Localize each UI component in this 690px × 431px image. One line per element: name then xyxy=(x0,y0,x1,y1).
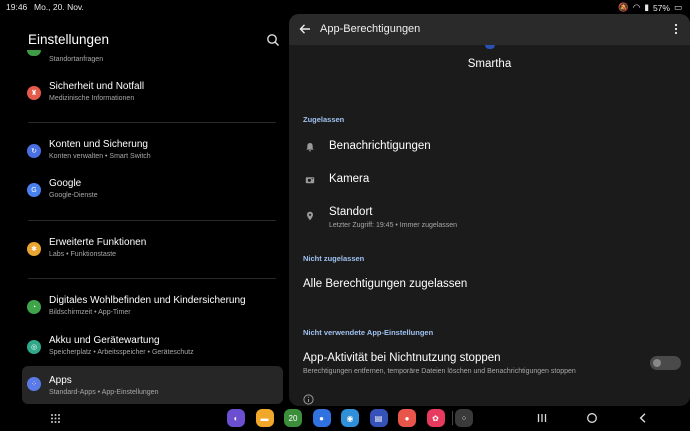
home-icon[interactable] xyxy=(586,412,598,424)
calendar-app-icon: 20 xyxy=(288,413,298,423)
messages-app[interactable]: ● xyxy=(312,409,331,427)
files-app[interactable]: ▬ xyxy=(255,409,274,427)
pause-unused-description: Berechtigungen entfernen, temporäre Date… xyxy=(303,368,576,375)
section-unused-settings: Nicht verwendete App-Einstellungen xyxy=(303,328,434,337)
settings-item-subtitle: Standard-Apps • App-Einstellungen xyxy=(49,389,159,396)
taskbar-separator xyxy=(452,411,453,425)
mute-icon: 🔕 xyxy=(618,2,629,12)
contacts-app[interactable]: ● xyxy=(398,409,416,427)
divider xyxy=(28,122,276,123)
settings-item-subtitle: Bildschirmzeit • App-Timer xyxy=(49,309,131,316)
calendar-app[interactable]: 20 xyxy=(284,409,302,427)
settings-item-accounts[interactable]: ↻ Konten und Sicherung Konten verwalten … xyxy=(22,134,283,170)
settings-item-google[interactable]: G Google Google-Dienste xyxy=(22,173,283,209)
section-denied: Nicht zugelassen xyxy=(303,254,365,263)
panel-header: App-Berechtigungen xyxy=(289,14,690,45)
recents-icon[interactable] xyxy=(536,412,548,424)
wellbeing-icon: ◔ xyxy=(27,300,41,314)
app-icon xyxy=(485,45,495,49)
settings-item-title: Akku und Gerätewartung xyxy=(49,335,160,346)
permission-location[interactable]: Standort Letzter Zugriff: 19:45 • Immer … xyxy=(289,201,690,235)
wifi-icon: ◠ xyxy=(632,2,641,12)
search-icon[interactable] xyxy=(266,33,280,47)
pause-unused-toggle[interactable] xyxy=(650,356,681,370)
toggle-knob xyxy=(653,359,661,367)
settings-item-advanced-features[interactable]: ✱ Erweiterte Funktionen Labs • Funktions… xyxy=(22,232,283,268)
more-options-icon[interactable] xyxy=(673,23,679,35)
samsung-internet-app-icon: ◐ xyxy=(233,413,239,423)
sync-icon: ↻ xyxy=(27,144,41,158)
contacts-app-icon: ● xyxy=(404,413,410,423)
camera-icon xyxy=(305,177,315,184)
shield-icon: ♜ xyxy=(27,86,41,100)
status-icons: 🔕 ◠ ▮ 57% ▭ xyxy=(618,2,682,13)
divider xyxy=(28,220,276,221)
location-icon xyxy=(27,50,41,56)
panel-title: App-Berechtigungen xyxy=(320,23,421,35)
apps-icon: ⁘ xyxy=(27,377,41,391)
back-icon[interactable] xyxy=(637,412,649,424)
gallery-app-icon: ✿ xyxy=(432,413,439,423)
permission-label: Kamera xyxy=(329,173,370,185)
signal-icon: ▮ xyxy=(644,2,649,12)
permission-notifications[interactable]: Benachrichtigungen xyxy=(289,134,690,162)
pause-unused-title[interactable]: App-Aktivität bei Nichtnutzung stoppen xyxy=(303,352,501,364)
notes-app[interactable]: ▤ xyxy=(369,409,388,427)
location-pin-icon xyxy=(307,211,313,221)
gallery-app[interactable]: ✿ xyxy=(426,409,445,427)
app-permissions-panel: App-Berechtigungen Smartha Zugelassen Be… xyxy=(289,14,690,406)
app-drawer-icon[interactable] xyxy=(50,413,61,424)
permission-label: Standort xyxy=(329,206,373,218)
settings-item-security[interactable]: ♜ Sicherheit und Notfall Medizinische In… xyxy=(22,76,283,112)
bell-icon xyxy=(306,143,314,152)
status-time: 19:46 xyxy=(6,2,28,12)
settings-item-title: Google xyxy=(49,178,82,189)
permission-camera[interactable]: Kamera xyxy=(289,168,690,196)
divider xyxy=(28,278,276,279)
samsung-internet-app[interactable]: ◐ xyxy=(227,409,245,427)
settings-item-apps[interactable]: ⁘ Apps Standard-Apps • App-Einstellungen xyxy=(22,366,283,404)
settings-item-subtitle: Medizinische Informationen xyxy=(49,95,135,102)
settings-item-title: Digitales Wohlbefinden und Kindersicheru… xyxy=(49,295,246,306)
section-allowed: Zugelassen xyxy=(303,115,345,124)
info-icon[interactable] xyxy=(303,394,314,405)
back-arrow-icon[interactable] xyxy=(299,23,311,35)
status-bar: 19:46 Mo., 20. Nov. 🔕 ◠ ▮ 57% ▭ xyxy=(0,0,690,14)
battery-level: 57% xyxy=(652,2,670,13)
settings-list-pane: Einstellungen Standortanfragen ♜ Sicherh… xyxy=(0,14,288,406)
google-icon: G xyxy=(27,183,41,197)
permission-label: Benachrichtigungen xyxy=(329,140,431,152)
pause-unused-description-row: Berechtigungen entfernen, temporäre Date… xyxy=(289,368,664,378)
settings-item-title: Konten und Sicherung xyxy=(49,139,148,150)
camera-app[interactable]: ◉ xyxy=(341,409,359,427)
settings-item-title: Erweiterte Funktionen xyxy=(49,237,147,248)
settings-item-title: Sicherheit und Notfall xyxy=(49,81,145,92)
settings-item-location-sub[interactable]: Standortanfragen xyxy=(49,56,103,63)
taskbar: ◐ ▬ 20 ● ◉ ▤ ● ✿ ⁘ xyxy=(0,406,690,431)
apps-folder[interactable]: ⁘ xyxy=(455,409,473,427)
notes-app-icon: ▤ xyxy=(374,413,383,423)
camera-app-icon: ◉ xyxy=(346,413,354,423)
settings-item-battery[interactable]: ◎ Akku und Gerätewartung Speicherplatz •… xyxy=(22,330,283,366)
settings-item-title: Apps xyxy=(49,375,72,386)
app-name: Smartha xyxy=(467,58,512,70)
gear-plus-icon: ✱ xyxy=(27,242,41,256)
settings-item-subtitle: Google-Dienste xyxy=(49,192,98,199)
status-date: Mo., 20. Nov. xyxy=(34,2,84,12)
apps-folder-icon: ⁘ xyxy=(460,413,468,423)
settings-item-wellbeing[interactable]: ◔ Digitales Wohlbefinden und Kindersiche… xyxy=(22,290,283,326)
battery-icon: ▭ xyxy=(673,2,682,12)
messages-app-icon: ● xyxy=(319,413,324,423)
settings-item-subtitle: Labs • Funktionstaste xyxy=(49,251,117,258)
battery-care-icon: ◎ xyxy=(27,340,41,354)
settings-item-subtitle: Speicherplatz • Arbeitsspeicher • Geräte… xyxy=(49,349,194,356)
files-app-icon: ▬ xyxy=(260,413,269,423)
all-permissions-allowed: Alle Berechtigungen zugelassen xyxy=(303,278,468,290)
permission-sublabel: Letzter Zugriff: 19:45 • Immer zugelasse… xyxy=(329,222,457,229)
settings-item-subtitle: Konten verwalten • Smart Switch xyxy=(49,153,151,160)
settings-title: Einstellungen xyxy=(28,32,110,47)
